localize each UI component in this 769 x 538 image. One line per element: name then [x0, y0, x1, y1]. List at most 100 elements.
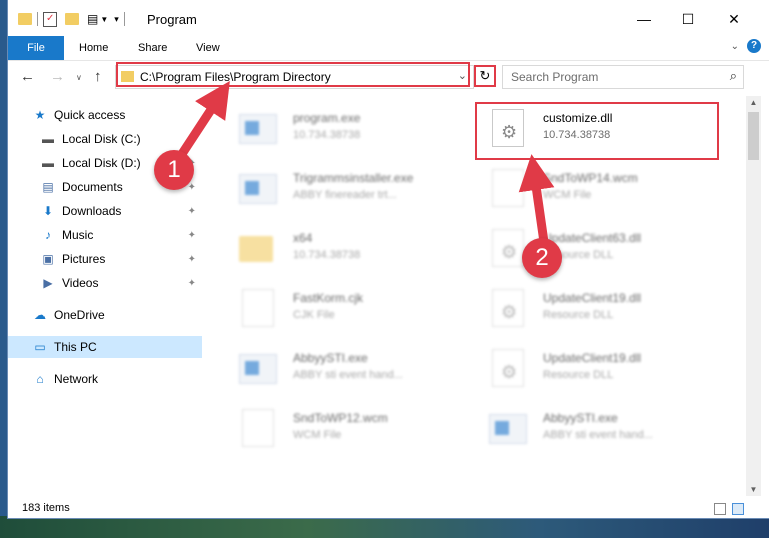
- sidebar-item-label: Documents: [62, 180, 123, 194]
- scroll-down-icon[interactable]: ▼: [746, 485, 761, 494]
- file-name: AbbyySTI.exe: [293, 351, 368, 365]
- sidebar-item-onedrive[interactable]: ☁ OneDrive: [8, 304, 202, 326]
- dll-file-icon: ⚙: [492, 229, 524, 267]
- sidebar-item-network[interactable]: ⌂ Network: [8, 368, 202, 390]
- star-icon: ★: [34, 108, 46, 122]
- chevron-down-icon[interactable]: ▼: [100, 15, 108, 24]
- sidebar-item-downloads[interactable]: ⬇ Downloads ✦: [8, 200, 202, 222]
- file-detail: WCM File: [293, 429, 342, 441]
- file-name: SndToWP12.wcm: [293, 411, 388, 425]
- dll-file-icon: ⚙: [492, 349, 524, 387]
- file-name: FastKorm.cjk: [293, 291, 364, 305]
- pin-icon[interactable]: ✦: [188, 206, 196, 217]
- view-options-icon[interactable]: ▤: [87, 12, 98, 26]
- sidebar-item-label: Music: [62, 228, 94, 242]
- search-icon[interactable]: ⌕: [730, 68, 737, 84]
- back-arrow-icon[interactable]: ←: [20, 68, 35, 85]
- window-title: Program: [147, 12, 197, 27]
- pin-icon[interactable]: ✦: [188, 278, 196, 289]
- maximize-button[interactable]: ☐: [676, 8, 700, 30]
- item-count: 183 items: [22, 502, 70, 514]
- ribbon-tabs: File Home Share View ⌄ ?: [8, 36, 769, 61]
- address-highlight-box: [116, 62, 470, 87]
- file-detail: Resource DLL: [543, 369, 614, 381]
- file-item[interactable]: ⚙ UpdateClient19.dll Resource DLL: [483, 342, 723, 392]
- ribbon-controls: ⌄ ?: [731, 39, 761, 53]
- help-icon[interactable]: ?: [747, 39, 761, 53]
- forward-arrow-icon[interactable]: →: [50, 68, 65, 85]
- application-icon: [489, 414, 527, 444]
- sidebar-item-label: Downloads: [62, 204, 122, 218]
- sidebar-item-pictures[interactable]: ▣ Pictures ✦: [8, 248, 202, 270]
- file-item[interactable]: FastKorm.cjk CJK File: [233, 282, 473, 332]
- documents-icon: ▤: [42, 180, 54, 194]
- sidebar-item-videos[interactable]: ▶ Videos ✦: [8, 272, 202, 294]
- tab-share[interactable]: Share: [138, 36, 167, 60]
- divider: [123, 12, 125, 26]
- gear-icon: ⚙: [501, 302, 518, 322]
- expand-ribbon-icon[interactable]: ⌄: [731, 41, 739, 52]
- file-name: UpdateClient19.dll: [543, 351, 642, 365]
- sidebar-item-quick-access[interactable]: ★ Quick access: [8, 104, 202, 126]
- tab-view[interactable]: View: [196, 36, 220, 60]
- refresh-icon: ↻: [479, 68, 491, 83]
- application-icon: [239, 174, 277, 204]
- sidebar-item-label: OneDrive: [54, 308, 105, 322]
- step-1-badge: 1: [154, 150, 194, 190]
- pin-icon[interactable]: ✦: [188, 254, 196, 265]
- tab-file[interactable]: File: [8, 36, 64, 60]
- sidebar-item-label: Quick access: [54, 108, 126, 122]
- drive-icon: ▬: [42, 156, 54, 170]
- file-item[interactable]: SndToWP12.wcm WCM File: [233, 402, 473, 452]
- minimize-button[interactable]: —: [632, 8, 656, 30]
- sidebar-item-label: Videos: [62, 276, 99, 290]
- file-icon: [242, 409, 274, 447]
- title-bar: ✓ ▤ ▼ ▾ Program — ☐ ✕: [8, 0, 769, 38]
- new-folder-icon[interactable]: [65, 13, 79, 25]
- pin-icon[interactable]: ✦: [188, 230, 196, 241]
- file-detail: ABBY sti event hand...: [543, 429, 653, 441]
- file-detail: WCM File: [543, 189, 592, 201]
- pin-icon[interactable]: ✦: [188, 134, 196, 145]
- large-icons-view-icon[interactable]: [732, 503, 744, 515]
- sidebar-item-label: Network: [54, 372, 99, 386]
- scrollbar-thumb[interactable]: [748, 112, 759, 160]
- vertical-scrollbar[interactable]: ▲ ▼: [746, 96, 761, 496]
- file-item[interactable]: x64 10.734.38738: [233, 222, 473, 272]
- file-item[interactable]: ⚙ UpdateClient63.dll Resource DLL: [483, 222, 723, 272]
- file-item[interactable]: SndToWP14.wcm WCM File: [483, 162, 723, 212]
- divider: [37, 12, 38, 26]
- folder-icon[interactable]: [18, 13, 32, 25]
- up-arrow-icon[interactable]: ↑: [94, 68, 102, 85]
- search-input[interactable]: Search Program ⌕: [502, 65, 744, 89]
- dll-file-icon: ⚙: [492, 289, 524, 327]
- gear-icon: ⚙: [501, 242, 518, 262]
- recent-locations-icon[interactable]: ∨: [76, 73, 82, 82]
- sidebar-item-local-disk-c[interactable]: ▬ Local Disk (C:) ✦: [8, 128, 202, 150]
- desktop-background: [0, 516, 769, 538]
- properties-icon[interactable]: ✓: [43, 11, 57, 27]
- refresh-button[interactable]: ↻: [474, 65, 496, 87]
- file-detail: CJK File: [293, 309, 335, 321]
- sidebar-item-label: Local Disk (C:): [62, 132, 141, 146]
- file-name: UpdateClient63.dll: [543, 231, 642, 245]
- step-2-badge: 2: [522, 238, 562, 278]
- file-detail: 10.734.38738: [293, 249, 361, 261]
- scroll-up-icon[interactable]: ▲: [746, 98, 761, 107]
- file-item[interactable]: program.exe 10.734.38738: [233, 102, 473, 152]
- file-detail: Resource DLL: [543, 309, 614, 321]
- sidebar-item-music[interactable]: ♪ Music ✦: [8, 224, 202, 246]
- file-name: x64: [293, 231, 313, 245]
- close-button[interactable]: ✕: [722, 8, 746, 30]
- customize-toolbar-icon[interactable]: ▾: [114, 14, 119, 25]
- file-item[interactable]: ⚙ UpdateClient19.dll Resource DLL: [483, 282, 723, 332]
- tab-home[interactable]: Home: [79, 36, 108, 60]
- file-detail: 10.734.38738: [293, 129, 361, 141]
- details-view-icon[interactable]: [714, 503, 726, 515]
- sidebar-item-this-pc[interactable]: ▭ This PC: [8, 336, 202, 358]
- application-icon: [239, 354, 277, 384]
- file-item[interactable]: AbbyySTI.exe ABBY sti event hand...: [483, 402, 723, 452]
- file-item[interactable]: AbbyySTI.exe ABBY sti event hand...: [233, 342, 473, 392]
- file-item[interactable]: Trigrammsinstaller.exe ABBY finereader tr…: [233, 162, 473, 212]
- downloads-icon: ⬇: [42, 204, 54, 218]
